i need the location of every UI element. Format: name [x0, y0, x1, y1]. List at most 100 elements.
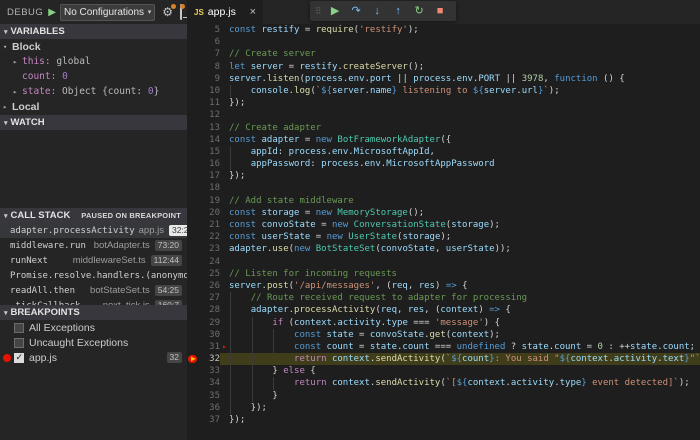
gutter-glyph-margin[interactable] [187, 317, 199, 329]
line-number: 36 [199, 402, 220, 414]
tab-appjs[interactable]: JS app.js × [187, 0, 263, 24]
variable-row[interactable]: ▸Local [0, 99, 187, 114]
callstack-frame[interactable]: adapter.processActivityapp.js32:28 [0, 223, 187, 238]
variables-header-label: VARIABLES [11, 26, 65, 37]
restart-button[interactable]: ↻ [409, 1, 430, 21]
variable-row[interactable]: ▸state: Object {count: 0} [0, 84, 187, 99]
breakpoint-row[interactable]: Uncaught Exceptions [0, 335, 187, 350]
gutter-glyph-margin[interactable] [187, 243, 199, 255]
indent-guide [230, 402, 231, 414]
breakpoint-checkbox[interactable] [14, 353, 24, 363]
gutter-glyph-margin[interactable] [187, 292, 199, 304]
frame-file: app.js [135, 225, 169, 236]
gutter-glyph-margin[interactable] [187, 231, 199, 243]
breakpoint-row[interactable]: All Exceptions [0, 320, 187, 335]
gutter-glyph-margin[interactable] [187, 182, 199, 194]
code-line-23: 23adapter.use(new BotStateSet(convoState… [187, 243, 700, 255]
continue-button[interactable]: ▶ [325, 1, 346, 21]
gutter-glyph-margin[interactable] [187, 280, 199, 292]
line-content: return context.sendActivity(`[${context.… [220, 377, 700, 389]
code-line-9: 9server.listen(process.env.port || proce… [187, 73, 700, 85]
code-line-29: 29 if (context.activity.type === 'messag… [187, 317, 700, 329]
code-line-25: 25// Listen for incoming requests [187, 268, 700, 280]
callstack-frame[interactable]: middleware.runbotAdapter.ts73:20 [0, 238, 187, 253]
gutter-glyph-margin[interactable]: ▶ [187, 353, 199, 365]
variable-row[interactable]: ▾Block [0, 39, 187, 54]
line-number: 15 [199, 146, 220, 158]
gutter-glyph-margin[interactable] [187, 207, 199, 219]
gutter-glyph-margin[interactable] [187, 365, 199, 377]
gutter-glyph-margin[interactable] [187, 61, 199, 73]
breakpoint-row[interactable]: app.js32 [0, 350, 187, 365]
debug-console-icon[interactable] [180, 6, 182, 18]
frame-file: botStateSet.ts [86, 285, 155, 296]
gutter-glyph-margin[interactable] [187, 109, 199, 121]
variable-row[interactable]: ▸this: global [0, 54, 187, 69]
watch-section-header[interactable]: ▾ WATCH [0, 115, 187, 130]
code-line-32: ▶32 return context.sendActivity(`${count… [187, 353, 700, 365]
code-line-26: 26server.post('/api/messages', (req, res… [187, 280, 700, 292]
code-line-21: 21const convoState = new ConversationSta… [187, 219, 700, 231]
callstack-frame[interactable]: Promise.resolve.handlers.(anonymous f [0, 268, 187, 283]
indent-guide [230, 317, 231, 329]
gutter-glyph-margin[interactable] [187, 158, 199, 170]
step-over-button[interactable]: ↷ [346, 1, 367, 21]
start-debug-icon[interactable]: ▶ [48, 7, 56, 18]
line-number: 9 [199, 73, 220, 85]
line-content: const count = state.count === undefined … [220, 341, 700, 353]
gutter-glyph-margin[interactable] [187, 146, 199, 158]
code-editor[interactable]: 5const restify = require('restify');67//… [187, 24, 700, 440]
step-out-button[interactable]: ↑ [388, 1, 409, 21]
frame-line-badge: 32:28 [169, 225, 187, 236]
gutter-glyph-margin[interactable] [187, 170, 199, 182]
gutter-glyph-margin[interactable] [187, 268, 199, 280]
breakpoint-checkbox[interactable] [14, 338, 24, 348]
frame-file: botAdapter.ts [90, 240, 155, 251]
gutter-glyph-margin[interactable] [187, 122, 199, 134]
gutter-glyph-margin[interactable] [187, 73, 199, 85]
variable-row[interactable]: count: 0 [0, 69, 187, 84]
gutter-glyph-margin[interactable] [187, 329, 199, 341]
gutter-glyph-margin[interactable] [187, 219, 199, 231]
line-number: 8 [199, 61, 220, 73]
callstack-frame[interactable]: runNextmiddlewareSet.ts112:44 [0, 253, 187, 268]
indent-guide [252, 365, 253, 377]
callstack-section-header[interactable]: ▾ CALL STACK PAUSED ON BREAKPOINT [0, 208, 187, 223]
gutter-glyph-margin[interactable] [187, 85, 199, 97]
indent-guide [273, 353, 274, 365]
close-icon[interactable]: × [250, 6, 256, 18]
frame-line-badge: 73:20 [155, 240, 182, 251]
gutter-glyph-margin[interactable] [187, 304, 199, 316]
gutter-glyph-margin[interactable] [187, 195, 199, 207]
line-number: 29 [199, 317, 220, 329]
gutter-glyph-margin[interactable] [187, 256, 199, 268]
variables-section-header[interactable]: ▾ VARIABLES [0, 24, 187, 39]
code-line-37: 37}); [187, 414, 700, 426]
gutter-glyph-margin[interactable] [187, 377, 199, 389]
gutter-glyph-margin[interactable] [187, 24, 199, 36]
stop-button[interactable]: ■ [430, 1, 451, 21]
gear-icon[interactable]: ⚙ [162, 6, 173, 18]
gutter-glyph-margin[interactable] [187, 134, 199, 146]
line-number: 19 [199, 195, 220, 207]
line-content: console.log(`${server.name} listening to… [220, 85, 700, 97]
drag-handle-icon[interactable]: ⠿ [315, 6, 322, 17]
breakpoints-section-header[interactable]: ▾ BREAKPOINTS [0, 305, 187, 320]
gutter-glyph-margin[interactable] [187, 341, 199, 353]
line-number: 7 [199, 48, 220, 60]
indent-guide [252, 341, 253, 353]
callstack-frame[interactable]: readAll.thenbotStateSet.ts54:25 [0, 283, 187, 298]
configuration-dropdown[interactable]: No Configurations ▾ [60, 4, 155, 21]
gutter-glyph-margin[interactable] [187, 390, 199, 402]
gutter-glyph-margin[interactable] [187, 414, 199, 426]
step-into-button[interactable]: ↓ [367, 1, 388, 21]
code-line-17: 17}); [187, 170, 700, 182]
breakpoints-body: All ExceptionsUncaught Exceptionsapp.js3… [0, 320, 187, 365]
callstack-frame[interactable]: _tickCallbacknext_tick.js160:7 [0, 298, 187, 305]
breakpoint-checkbox[interactable] [14, 323, 24, 333]
line-number: 35 [199, 390, 220, 402]
gutter-glyph-margin[interactable] [187, 97, 199, 109]
gutter-glyph-margin[interactable] [187, 36, 199, 48]
gutter-glyph-margin[interactable] [187, 402, 199, 414]
gutter-glyph-margin[interactable] [187, 48, 199, 60]
